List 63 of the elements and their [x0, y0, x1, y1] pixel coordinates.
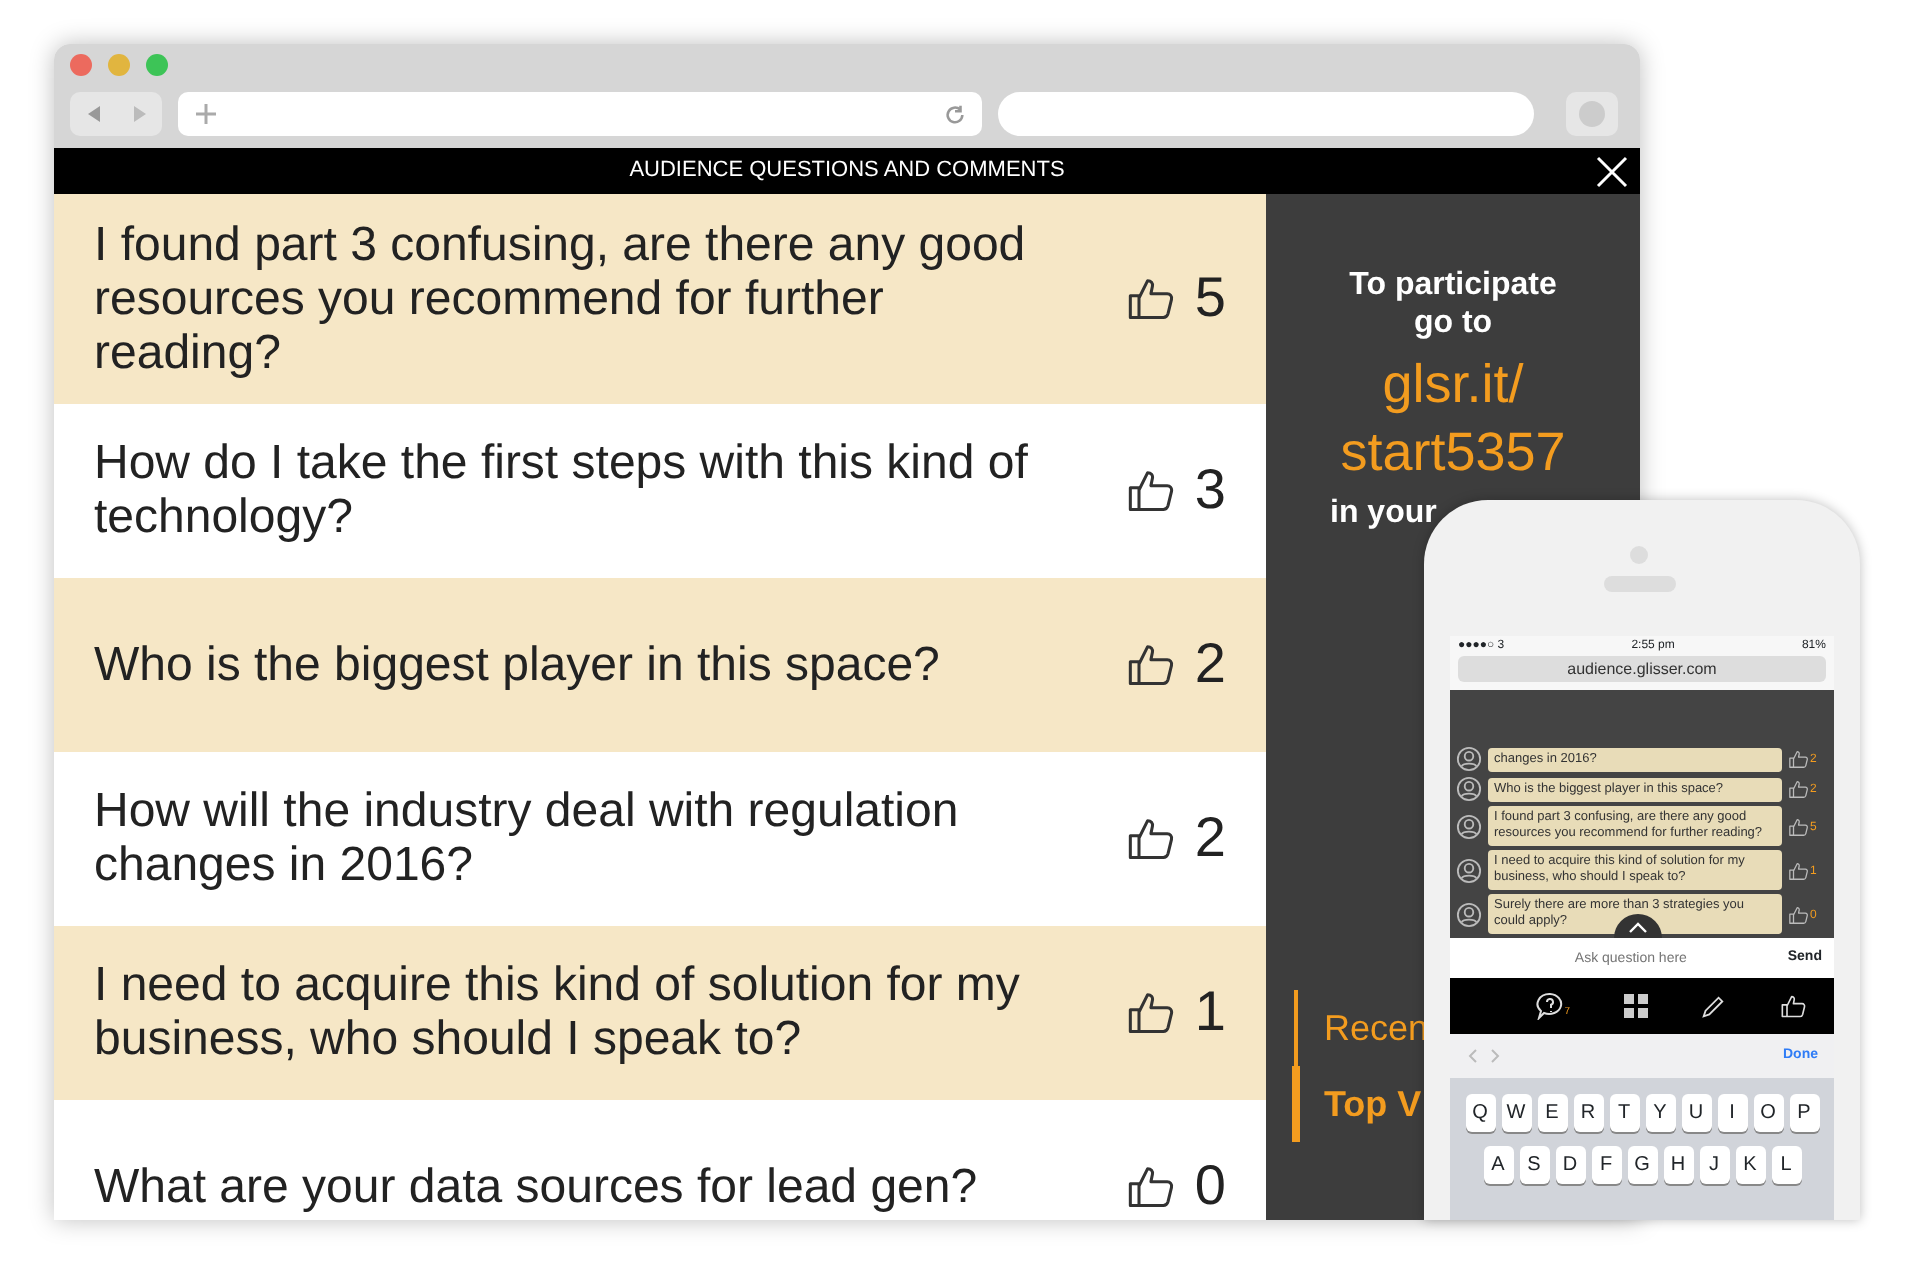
sort-tab[interactable]: Recen: [1324, 989, 1429, 1066]
keyboard-key[interactable]: T: [1609, 1094, 1639, 1132]
pencil-icon[interactable]: [1700, 993, 1727, 1019]
vote-count: 2: [1194, 804, 1226, 873]
vote-count: 2: [1194, 630, 1226, 699]
question-row[interactable]: I found part 3 confusing, are there any good resources you recommend for further reading? 5: [54, 193, 1266, 404]
keyboard-key[interactable]: F: [1591, 1146, 1621, 1184]
keyboard-key[interactable]: U: [1681, 1094, 1711, 1132]
question-row[interactable]: I need to acquire this kind of solution for my business, who should I speak to? 1: [54, 925, 1266, 1100]
vote-count: 3: [1194, 456, 1226, 525]
question-row[interactable]: What are your data sources for lead gen? 0: [54, 1099, 1266, 1220]
question-row[interactable]: Who is the biggest player in this space? 2: [54, 577, 1266, 752]
avatar-icon: [1456, 901, 1482, 927]
question-icon[interactable]: [1536, 992, 1565, 1020]
expand-icon[interactable]: [1614, 914, 1662, 938]
url-field[interactable]: audience.glisser.com: [1458, 656, 1826, 682]
join-link[interactable]: start5357: [1340, 417, 1566, 486]
avatar-icon: [1456, 776, 1482, 802]
instruction-text: go to: [1413, 303, 1493, 342]
question-text: How will the industry deal with regulation changes in 2016?: [94, 784, 961, 893]
question-row[interactable]: How will the industry deal with regulation changes in 2016? 2: [54, 751, 1266, 926]
vote-count: 5: [1194, 264, 1226, 333]
question-row[interactable]: How do I take the first steps with this kind of technology? 3: [54, 403, 1266, 578]
vote-count: 0: [1194, 1152, 1226, 1220]
question-text: What are your data sources for lead gen?: [94, 1159, 980, 1214]
keyboard-key[interactable]: G: [1627, 1146, 1657, 1184]
keyboard-key[interactable]: J: [1699, 1146, 1729, 1184]
reload-icon[interactable]: [944, 103, 966, 125]
keyboard-key[interactable]: W: [1501, 1094, 1531, 1132]
keyboard-key[interactable]: Q: [1465, 1094, 1495, 1132]
keyboard-key[interactable]: E: [1537, 1094, 1567, 1132]
keyboard-key[interactable]: L: [1771, 1146, 1801, 1184]
keyboard-key[interactable]: H: [1663, 1146, 1693, 1184]
question-text: Who is the biggest player in this space?: [94, 637, 942, 692]
vote-count: 1: [1194, 978, 1226, 1047]
instruction-text: To participate: [1349, 265, 1557, 304]
thumbs-up-icon[interactable]: [1779, 992, 1808, 1020]
sort-tab[interactable]: Top V: [1324, 1065, 1429, 1142]
join-link[interactable]: glsr.it/: [1382, 349, 1524, 418]
question-text: I need to acquire this kind of solution for my business, who should I speak to?: [94, 958, 1022, 1067]
keyboard-key[interactable]: Y: [1645, 1094, 1675, 1132]
close-icon[interactable]: [1596, 155, 1628, 188]
question-text: How do I take the first steps with this kind of technology?: [94, 436, 1030, 545]
keyboard-key[interactable]: S: [1519, 1146, 1549, 1184]
header-title: AUDIENCE QUESTIONS AND COMMENTS: [629, 155, 1065, 186]
keyboard-key[interactable]: I: [1717, 1094, 1747, 1132]
thumbs-up-icon[interactable]: [1788, 778, 1810, 800]
thumbs-up-icon[interactable]: [1788, 859, 1810, 881]
avatar-icon: [1456, 746, 1482, 772]
avatar-icon: [1456, 813, 1482, 839]
avatar-icon: [1456, 857, 1482, 883]
keyboard-key[interactable]: P: [1789, 1094, 1819, 1132]
thumbs-up-icon[interactable]: [1788, 903, 1810, 925]
keyboard-key[interactable]: A: [1483, 1146, 1513, 1184]
instruction-text: in your: [1330, 493, 1437, 534]
keyboard-key[interactable]: K: [1735, 1146, 1765, 1184]
keyboard-key[interactable]: O: [1753, 1094, 1783, 1132]
keyboard-key[interactable]: D: [1555, 1146, 1585, 1184]
thumbs-up-icon[interactable]: [1788, 815, 1810, 837]
question-text: I found part 3 confusing, are there any good resources you recommend for further reading?: [94, 217, 1028, 380]
keyboard-key[interactable]: R: [1573, 1094, 1603, 1132]
thumbs-up-icon[interactable]: [1788, 748, 1810, 770]
grid-icon[interactable]: [1623, 994, 1648, 1018]
